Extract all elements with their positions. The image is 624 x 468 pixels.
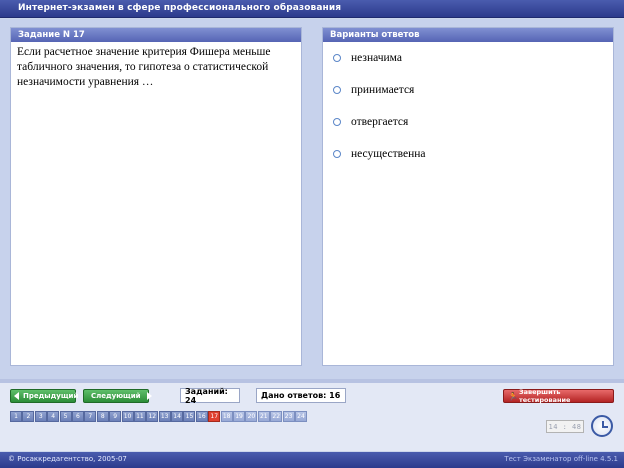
window-title: Интернет-экзамен в сфере профессионально… xyxy=(18,3,342,13)
finish-test-button[interactable]: 🏃 Завершить тестирование xyxy=(503,388,614,404)
answered-count: Дано ответов: 16 xyxy=(256,388,346,403)
page-button-2[interactable]: 2 xyxy=(22,411,35,422)
question-header: Задание N 17 xyxy=(11,28,301,42)
running-man-icon: 🏃 xyxy=(508,391,518,401)
answer-option-3[interactable]: отвергается xyxy=(333,114,408,130)
answer-label: принимается xyxy=(351,84,415,96)
page-button-14[interactable]: 14 xyxy=(171,411,184,422)
page-button-3[interactable]: 3 xyxy=(34,411,47,422)
page-button-21[interactable]: 21 xyxy=(257,411,270,422)
page-button-7[interactable]: 7 xyxy=(84,411,97,422)
answers-panel: Варианты ответов незначима принимается о… xyxy=(322,27,614,366)
navigation-bar: Предыдущий Следующий Заданий: 24 Дано от… xyxy=(0,379,624,451)
page-button-17[interactable]: 17 xyxy=(208,411,221,422)
page-button-5[interactable]: 5 xyxy=(59,411,72,422)
copyright-text: © Росаккредагентство, 2005-07 xyxy=(8,455,127,463)
page-button-12[interactable]: 12 xyxy=(146,411,159,422)
finish-label: Завершить тестирование xyxy=(519,388,571,404)
previous-button[interactable]: Предыдущий xyxy=(10,389,79,403)
answer-option-1[interactable]: незначима xyxy=(333,50,402,66)
page-button-19[interactable]: 19 xyxy=(233,411,246,422)
page-button-6[interactable]: 6 xyxy=(71,411,84,422)
radio-button-icon[interactable] xyxy=(333,150,341,158)
previous-label: Предыдущий xyxy=(23,392,79,400)
radio-button-icon[interactable] xyxy=(333,54,341,62)
page-button-13[interactable]: 13 xyxy=(158,411,171,422)
page-button-16[interactable]: 16 xyxy=(195,411,208,422)
radio-button-icon[interactable] xyxy=(333,86,341,94)
page-navigator: 1 2 3 4 5 6 7 8 9 10 11 12 13 14 15 16 17 18 19 20 21 22 23 24 xyxy=(10,411,307,422)
page-button-15[interactable]: 15 xyxy=(183,411,196,422)
clock-icon xyxy=(591,415,613,437)
title-bar: Интернет-экзамен в сфере профессионально… xyxy=(0,0,624,18)
tasks-count: Заданий: 24 xyxy=(180,387,240,405)
next-button[interactable]: Следующий xyxy=(83,389,152,403)
answer-option-2[interactable]: принимается xyxy=(333,82,414,98)
page-button-22[interactable]: 22 xyxy=(270,411,283,422)
next-label: Следующий xyxy=(91,392,141,400)
answer-label: отвергается xyxy=(351,116,409,128)
arrow-right-icon xyxy=(146,392,152,400)
page-button-18[interactable]: 18 xyxy=(220,411,233,422)
main-area: Задание N 17 Если расчетное значение кри… xyxy=(0,19,624,379)
question-panel: Задание N 17 Если расчетное значение кри… xyxy=(10,27,302,366)
page-button-23[interactable]: 23 xyxy=(282,411,295,422)
status-bar: © Росаккредагентство, 2005-07 Тест Экзам… xyxy=(0,452,624,468)
version-text: Тест Экзаменатор off-line 4.5.1 xyxy=(504,455,618,463)
radio-button-icon[interactable] xyxy=(333,118,341,126)
answers-header: Варианты ответов xyxy=(323,28,613,42)
arrow-left-icon xyxy=(14,392,19,400)
answer-label: несущественна xyxy=(351,148,426,160)
page-button-8[interactable]: 8 xyxy=(96,411,109,422)
timer-display: 14 : 48 xyxy=(546,420,584,433)
page-button-20[interactable]: 20 xyxy=(245,411,258,422)
question-text: Если расчетное значение критерия Фишера … xyxy=(17,46,271,88)
answer-label: незначима xyxy=(351,52,402,64)
page-button-1[interactable]: 1 xyxy=(10,411,22,422)
page-button-9[interactable]: 9 xyxy=(109,411,122,422)
answer-option-4[interactable]: несущественна xyxy=(333,146,426,162)
page-button-11[interactable]: 11 xyxy=(133,411,146,422)
page-button-10[interactable]: 10 xyxy=(121,411,134,422)
page-button-24[interactable]: 24 xyxy=(294,411,307,422)
page-button-4[interactable]: 4 xyxy=(47,411,60,422)
